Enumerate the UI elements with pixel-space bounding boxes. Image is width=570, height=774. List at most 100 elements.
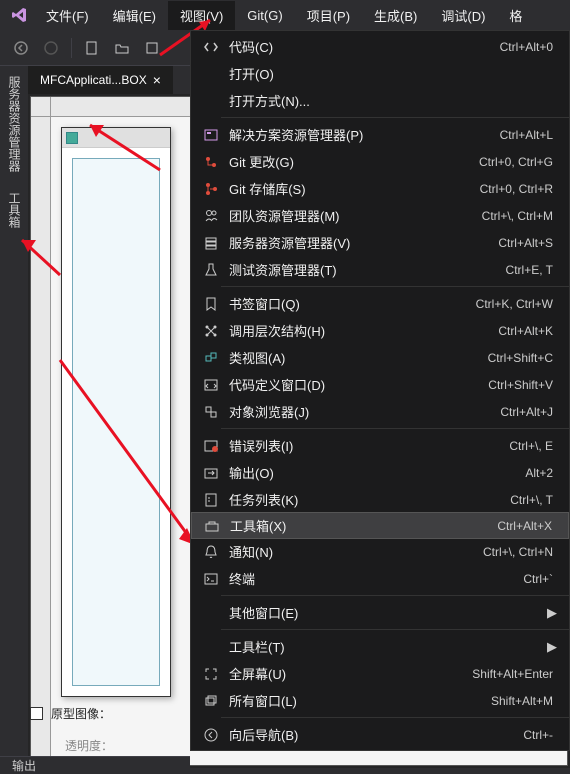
menu-item[interactable]: 错误列表(I)Ctrl+\, E <box>191 432 569 459</box>
menu-project[interactable]: 项目(P) <box>295 1 362 30</box>
object-browser-icon <box>199 402 223 422</box>
menu-label: 错误列表(I) <box>223 436 509 455</box>
dialog-preview[interactable] <box>61 127 171 697</box>
server-explorer-icon <box>199 233 223 253</box>
menu-item[interactable]: 打开方式(N)... <box>191 87 569 114</box>
prototype-checkbox[interactable] <box>30 707 43 720</box>
menu-separator <box>221 428 569 429</box>
menu-label: 任务列表(K) <box>223 490 510 509</box>
menu-label: Git 更改(G) <box>223 152 479 171</box>
menu-shortcut: Ctrl+Alt+K <box>498 324 561 338</box>
toolbar-separator <box>71 38 72 58</box>
dialog-titlebar <box>62 128 170 148</box>
menu-shortcut: Shift+Alt+M <box>491 694 561 708</box>
all-windows-icon <box>199 691 223 711</box>
output-panel-header[interactable]: 输出 <box>0 756 190 768</box>
blank-icon <box>199 64 223 84</box>
menu-label: 类视图(A) <box>223 348 488 367</box>
output-icon <box>199 463 223 483</box>
vertical-ruler <box>31 117 51 765</box>
notifications-icon <box>199 542 223 562</box>
menu-item[interactable]: 向后导航(B)Ctrl+- <box>191 721 569 748</box>
menu-item[interactable]: 所有窗口(L)Shift+Alt+M <box>191 687 569 714</box>
menu-item[interactable]: 通知(N)Ctrl+\, Ctrl+N <box>191 538 569 565</box>
sidebar-server-explorer[interactable]: 服务器资源管理器 <box>0 66 28 182</box>
team-explorer-icon <box>199 206 223 226</box>
bookmark-icon <box>199 294 223 314</box>
menu-item[interactable]: Git 更改(G)Ctrl+0, Ctrl+G <box>191 148 569 175</box>
menu-label: 代码定义窗口(D) <box>223 375 488 394</box>
menu-label: 打开方式(N)... <box>223 91 553 110</box>
open-button[interactable] <box>109 35 135 61</box>
menu-label: 测试资源管理器(T) <box>223 260 506 279</box>
menu-item[interactable]: 工具栏(T)▶ <box>191 633 569 660</box>
menu-item[interactable]: 终端Ctrl+` <box>191 565 569 592</box>
fullscreen-icon <box>199 664 223 684</box>
menu-label: 打开(O) <box>223 64 553 83</box>
nav-fwd-button[interactable] <box>38 35 64 61</box>
sidebar-toolbox[interactable]: 工具箱 <box>0 182 28 238</box>
git-repo-icon <box>199 179 223 199</box>
save-button[interactable] <box>139 35 165 61</box>
new-file-button[interactable] <box>79 35 105 61</box>
menu-separator <box>221 286 569 287</box>
menu-shortcut: Ctrl+Alt+S <box>498 236 561 250</box>
menu-item[interactable]: 服务器资源管理器(V)Ctrl+Alt+S <box>191 229 569 256</box>
tab-title: MFCApplicati...BOX <box>40 73 147 87</box>
menu-item[interactable]: 任务列表(K)Ctrl+\, T <box>191 486 569 513</box>
menu-item[interactable]: 打开(O) <box>191 60 569 87</box>
menu-shortcut: Ctrl+Alt+J <box>500 405 561 419</box>
class-view-icon <box>199 348 223 368</box>
menu-item[interactable]: 测试资源管理器(T)Ctrl+E, T <box>191 256 569 283</box>
menu-item[interactable]: 代码(C)Ctrl+Alt+0 <box>191 33 569 60</box>
submenu-arrow-icon: ▶ <box>547 605 561 621</box>
menu-label: 团队资源管理器(M) <box>223 206 482 225</box>
menu-item[interactable]: 类视图(A)Ctrl+Shift+C <box>191 344 569 371</box>
menu-item[interactable]: 工具箱(X)Ctrl+Alt+X <box>191 512 569 539</box>
blank-icon <box>199 603 223 623</box>
document-tab[interactable]: MFCApplicati...BOX × <box>28 66 173 94</box>
menu-shortcut: Ctrl+` <box>523 572 561 586</box>
view-menu-dropdown: 代码(C)Ctrl+Alt+0 打开(O) 打开方式(N)... 解决方案资源管理器(… <box>190 30 570 751</box>
menu-shortcut: Ctrl+0, Ctrl+R <box>480 182 561 196</box>
menu-label: 全屏幕(U) <box>223 664 472 683</box>
menu-view[interactable]: 视图(V) <box>168 1 235 30</box>
menu-label: 工具栏(T) <box>223 637 547 656</box>
menu-label: 所有窗口(L) <box>223 691 491 710</box>
menu-separator <box>221 629 569 630</box>
menu-item[interactable]: 解决方案资源管理器(P)Ctrl+Alt+L <box>191 121 569 148</box>
menu-shortcut: Ctrl+K, Ctrl+W <box>476 297 561 311</box>
vs-logo-icon <box>4 0 34 30</box>
blank-icon <box>199 91 223 111</box>
menu-separator <box>221 717 569 718</box>
menu-shortcut: Ctrl+E, T <box>506 263 561 277</box>
menu-item[interactable]: 团队资源管理器(M)Ctrl+\, Ctrl+M <box>191 202 569 229</box>
menu-item[interactable]: 其他窗口(E)▶ <box>191 599 569 626</box>
menu-item[interactable]: 书签窗口(Q)Ctrl+K, Ctrl+W <box>191 290 569 317</box>
menu-item[interactable]: 对象浏览器(J)Ctrl+Alt+J <box>191 398 569 425</box>
code-definition-icon <box>199 375 223 395</box>
menu-shortcut: Ctrl+Alt+X <box>497 519 560 533</box>
menu-format[interactable]: 格 <box>497 1 534 30</box>
menu-separator <box>221 117 569 118</box>
menu-build[interactable]: 生成(B) <box>362 1 429 30</box>
menu-debug[interactable]: 调试(D) <box>429 1 497 30</box>
menu-item[interactable]: 代码定义窗口(D)Ctrl+Shift+V <box>191 371 569 398</box>
menu-item[interactable]: 全屏幕(U)Shift+Alt+Enter <box>191 660 569 687</box>
nav-back-button[interactable] <box>8 35 34 61</box>
menu-git[interactable]: Git(G) <box>235 3 294 28</box>
menu-shortcut: Ctrl+Shift+C <box>488 351 561 365</box>
menu-item[interactable]: Git 存储库(S)Ctrl+0, Ctrl+R <box>191 175 569 202</box>
menu-label: 对象浏览器(J) <box>223 402 500 421</box>
menu-shortcut: Ctrl+\, T <box>510 493 561 507</box>
close-icon[interactable]: × <box>153 72 161 88</box>
dialog-body <box>72 158 160 686</box>
menu-edit[interactable]: 编辑(E) <box>101 1 168 30</box>
test-explorer-icon <box>199 260 223 280</box>
code-icon <box>199 37 223 57</box>
menu-shortcut: Ctrl+\, Ctrl+N <box>483 545 561 559</box>
menu-item[interactable]: 输出(O)Alt+2 <box>191 459 569 486</box>
menu-item[interactable]: 调用层次结构(H)Ctrl+Alt+K <box>191 317 569 344</box>
menu-shortcut: Ctrl+\, Ctrl+M <box>482 209 561 223</box>
menu-file[interactable]: 文件(F) <box>34 1 101 30</box>
